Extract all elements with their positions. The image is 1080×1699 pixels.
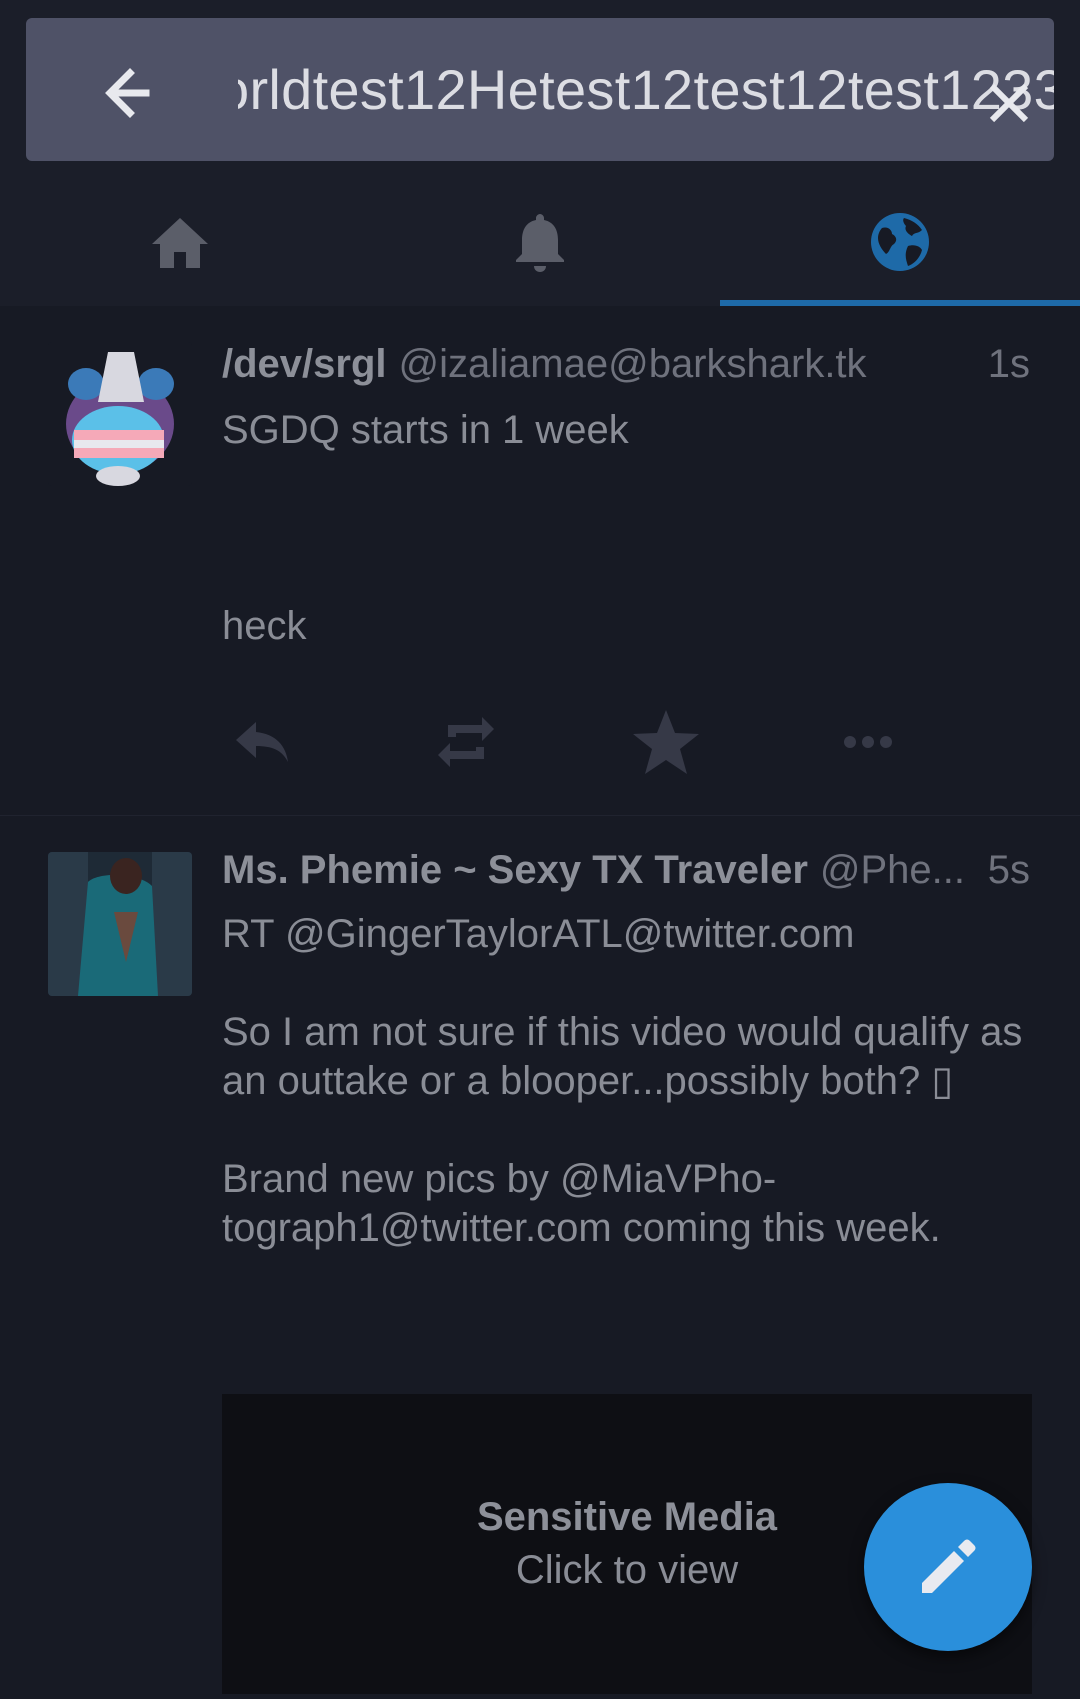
globe-icon <box>871 213 929 271</box>
avatar[interactable] <box>48 342 192 486</box>
content-line: So I am not sure if this video would qua… <box>222 1010 1023 1103</box>
star-icon <box>633 710 699 774</box>
more-button[interactable] <box>828 702 908 782</box>
boost-icon <box>438 717 494 767</box>
status-content: RT @GingerTaylorATL@twitter.com So I am … <box>222 910 1030 1253</box>
content-line: heck <box>222 604 307 648</box>
clear-search-button[interactable] <box>984 78 1034 128</box>
status-time: 5s <box>987 848 1030 892</box>
search-bar[interactable]: orldtest12Hetest12test12test1233t <box>26 18 1054 161</box>
status-time: 1s <box>987 342 1030 386</box>
content-line <box>222 959 1030 1008</box>
account-handle[interactable]: @izaliamae@barkshark.tk <box>399 342 972 387</box>
account-handle[interactable]: @Phe... <box>820 848 972 893</box>
app-root: orldtest12Hetest12test12test1233t /dev/s… <box>0 0 1080 1699</box>
status-header: /dev/srgl @izaliamae@barkshark.tk 1s <box>222 342 1030 387</box>
tab-home[interactable] <box>0 178 360 306</box>
favourite-button[interactable] <box>626 702 706 782</box>
reply-icon <box>236 722 288 762</box>
tab-notifications[interactable] <box>360 178 720 306</box>
search-query[interactable]: orldtest12Hetest12test12test1233t <box>238 18 1054 161</box>
close-icon <box>989 83 1029 123</box>
content-line: RT @GingerTaylorATL@twitter.com <box>222 912 855 956</box>
search-input[interactable]: orldtest12Hetest12test12test1233t <box>238 18 1054 161</box>
more-horizontal-icon <box>844 736 892 748</box>
status-header: Ms. Phemie ~ Sexy TX Traveler @Phe... 5s <box>222 848 1030 893</box>
content-line: Brand new pics by @MiaVPho-tograph1@twit… <box>222 1157 941 1250</box>
display-name[interactable]: Ms. Phemie ~ Sexy TX Traveler <box>222 848 808 893</box>
pencil-icon <box>922 1539 976 1593</box>
home-icon <box>152 218 208 268</box>
search-header: orldtest12Hetest12test12test1233t <box>0 0 1080 178</box>
content-line <box>222 504 1030 553</box>
status-content: SGDQ starts in 1 week heck <box>222 406 1030 651</box>
status-item[interactable]: /dev/srgl @izaliamae@barkshark.tk 1s SGD… <box>0 306 1080 816</box>
arrow-left-icon <box>105 68 150 118</box>
sensitive-media-title: Sensitive Media <box>476 1495 778 1539</box>
content-line <box>222 455 1030 504</box>
sensitive-media-subtitle: Click to view <box>515 1548 739 1592</box>
boost-button[interactable] <box>426 702 506 782</box>
tab-bar <box>0 178 1080 306</box>
back-button[interactable] <box>86 58 176 128</box>
avatar[interactable] <box>48 852 192 996</box>
content-line <box>222 1106 1030 1155</box>
tab-federated[interactable] <box>720 178 1080 306</box>
reply-button[interactable] <box>222 702 302 782</box>
status-actions <box>222 702 942 782</box>
bell-icon <box>516 214 564 272</box>
compose-button[interactable] <box>864 1483 1032 1651</box>
display-name[interactable]: /dev/srgl <box>222 342 387 387</box>
content-line: SGDQ starts in 1 week <box>222 408 629 452</box>
